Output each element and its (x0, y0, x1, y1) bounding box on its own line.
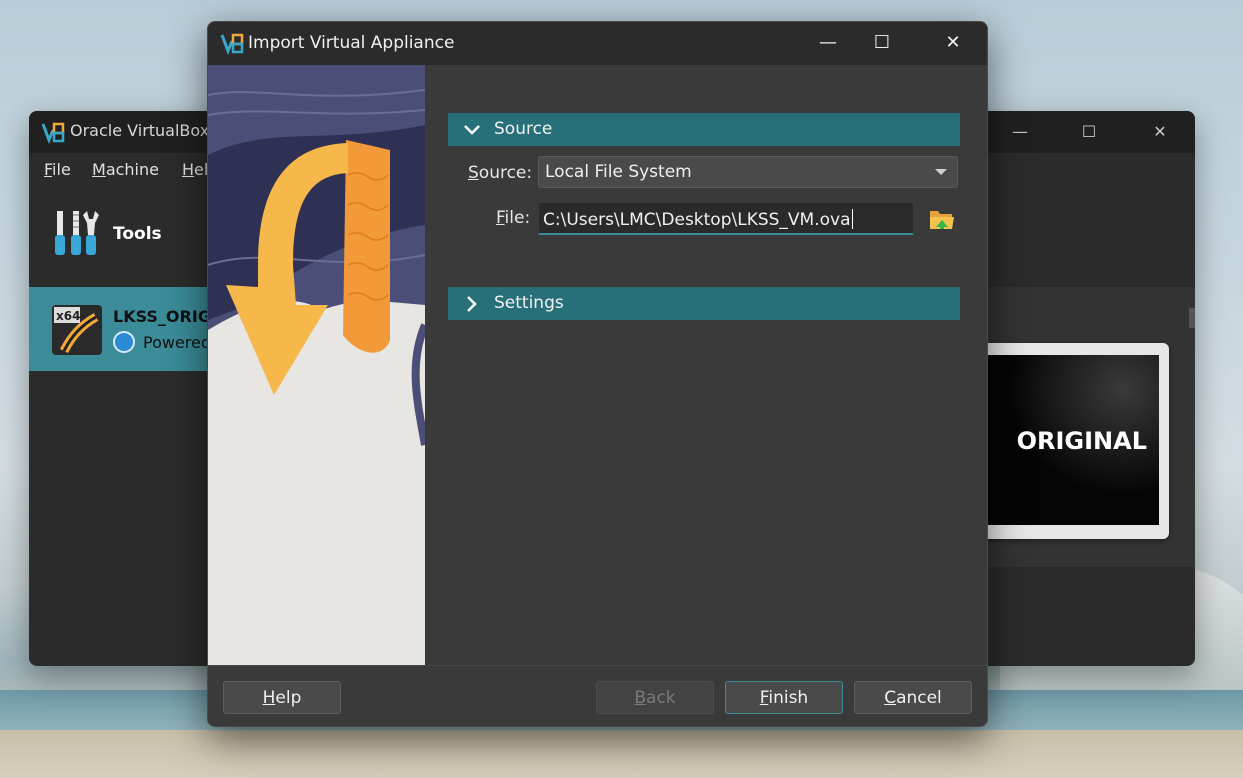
vm-name: LKSS_ORIG (113, 307, 211, 326)
import-appliance-dialog: Import Virtual Appliance — ☐ ✕ Source So… (207, 21, 988, 727)
file-label: File: (496, 208, 531, 228)
source-section-label: Source (494, 119, 553, 139)
file-path-value: C:\Users\LMC\Desktop\LKSS_VM.ova (543, 209, 853, 230)
dialog-titlebar: Import Virtual Appliance — ☐ ✕ (208, 22, 987, 65)
virtualbox-logo-icon (41, 122, 65, 144)
wizard-illustration (208, 65, 425, 665)
menu-machine[interactable]: Machine (92, 160, 159, 179)
settings-section-header[interactable]: Settings (448, 287, 960, 320)
details-scrollbar[interactable] (1189, 308, 1195, 328)
dialog-content: Source Source: Local File System File: C… (425, 65, 987, 665)
minimize-icon[interactable]: — (1007, 119, 1033, 145)
close-icon[interactable]: ✕ (1147, 119, 1173, 145)
tools-label: Tools (113, 224, 162, 244)
main-window-title: Oracle VirtualBox (70, 121, 210, 140)
virtualbox-logo-icon (220, 33, 244, 55)
cancel-button[interactable]: Cancel (854, 681, 972, 714)
settings-section-label: Settings (494, 293, 564, 313)
source-dropdown[interactable]: Local File System (538, 156, 958, 188)
vm-list-item[interactable]: x64 LKSS_ORIG Powered (29, 287, 219, 371)
source-section-header[interactable]: Source (448, 113, 960, 146)
vm-preview-screen: ORIGINAL (977, 355, 1159, 525)
maximize-icon[interactable]: ☐ (867, 30, 897, 56)
vm-arch-badge: x64 (56, 309, 80, 323)
minimize-icon[interactable]: — (813, 30, 843, 56)
finish-button[interactable]: Finish (725, 681, 843, 714)
maximize-icon[interactable]: ☐ (1076, 119, 1102, 145)
menu-help[interactable]: Hel (182, 160, 208, 179)
wizard-art-svg (208, 65, 425, 665)
dialog-title: Import Virtual Appliance (248, 33, 455, 53)
help-button[interactable]: Help (223, 681, 341, 714)
vm-state: Powered (143, 333, 212, 352)
tools-icon (55, 211, 99, 255)
chevron-right-icon (467, 296, 477, 312)
vm-os-icon: x64 (52, 305, 102, 355)
text-caret (851, 209, 853, 229)
source-dropdown-value: Local File System (545, 162, 692, 182)
menu-file[interactable]: File (44, 160, 71, 179)
vm-preview-text: ORIGINAL (1016, 427, 1147, 455)
tools-item[interactable]: Tools (29, 189, 219, 287)
close-icon[interactable]: ✕ (938, 30, 968, 56)
power-icon (113, 331, 135, 353)
source-label: Source: (468, 163, 533, 183)
background-grass (0, 730, 1243, 778)
chevron-down-icon (464, 125, 480, 135)
back-button[interactable]: Back (596, 681, 714, 714)
dialog-footer: Help Back Finish Cancel (208, 665, 987, 726)
vm-preview: ORIGINAL (969, 343, 1169, 539)
dropdown-arrow-icon (935, 169, 947, 175)
file-path-input[interactable]: C:\Users\LMC\Desktop\LKSS_VM.ova (538, 202, 914, 235)
folder-open-icon[interactable] (928, 205, 956, 233)
